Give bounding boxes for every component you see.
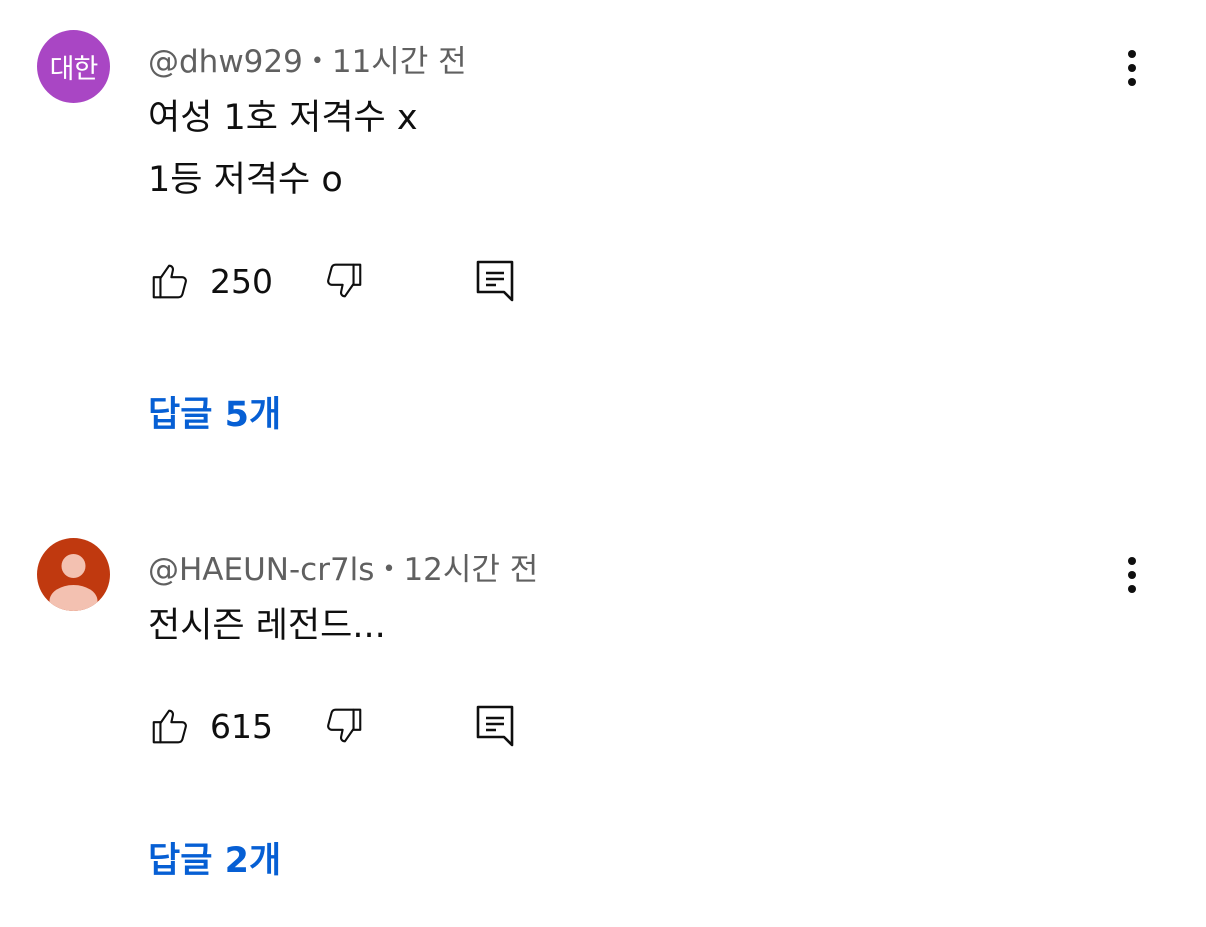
comment-meta: @dhw929 • 11시간 전 xyxy=(148,36,467,81)
view-replies-link[interactable]: 답글 2개 xyxy=(148,832,281,883)
comment-meta: @HAEUN-cr7ls • 12시간 전 xyxy=(148,544,538,589)
dislike-button[interactable] xyxy=(320,256,366,306)
comment-time[interactable]: 12시간 전 xyxy=(403,552,538,588)
avatar-initials: 대한 xyxy=(49,54,99,85)
meta-separator: • xyxy=(310,49,324,74)
comment-text: 여성 1호 저격수 x 1등 저격수 o xyxy=(148,87,418,211)
avatar[interactable]: 대한 xyxy=(37,30,110,103)
reply-icon xyxy=(476,705,514,747)
like-button[interactable]: 615 xyxy=(148,701,273,751)
dislike-button[interactable] xyxy=(320,701,366,751)
more-options-button[interactable] xyxy=(1112,40,1152,96)
like-count: 250 xyxy=(210,261,273,301)
avatar[interactable] xyxy=(37,538,110,611)
meta-separator: • xyxy=(382,557,396,582)
comment-time[interactable]: 11시간 전 xyxy=(332,44,467,80)
like-count: 615 xyxy=(210,706,273,746)
dislike-icon xyxy=(327,708,362,743)
comment-line: 1등 저격수 o xyxy=(148,160,343,200)
like-icon xyxy=(152,709,187,744)
comment-actions: 615 xyxy=(148,701,548,751)
author-handle[interactable]: @HAEUN-cr7ls xyxy=(148,552,374,588)
view-replies-link[interactable]: 답글 5개 xyxy=(148,386,281,437)
more-vert-icon xyxy=(1128,50,1136,86)
like-icon xyxy=(152,264,187,299)
comment-line: 전시즌 레전드... xyxy=(148,606,386,646)
default-avatar-icon xyxy=(49,554,98,611)
comment-actions: 250 xyxy=(148,256,548,306)
author-handle[interactable]: @dhw929 xyxy=(148,44,303,80)
more-vert-icon xyxy=(1128,557,1136,593)
comment-text: 전시즌 레전드... xyxy=(148,595,386,657)
reply-icon xyxy=(476,260,514,302)
comment-line: 여성 1호 저격수 x xyxy=(148,98,418,138)
reply-button[interactable] xyxy=(474,256,518,306)
more-options-button[interactable] xyxy=(1112,547,1152,603)
like-button[interactable]: 250 xyxy=(148,256,273,306)
dislike-icon xyxy=(327,263,362,298)
reply-button[interactable] xyxy=(474,701,518,751)
